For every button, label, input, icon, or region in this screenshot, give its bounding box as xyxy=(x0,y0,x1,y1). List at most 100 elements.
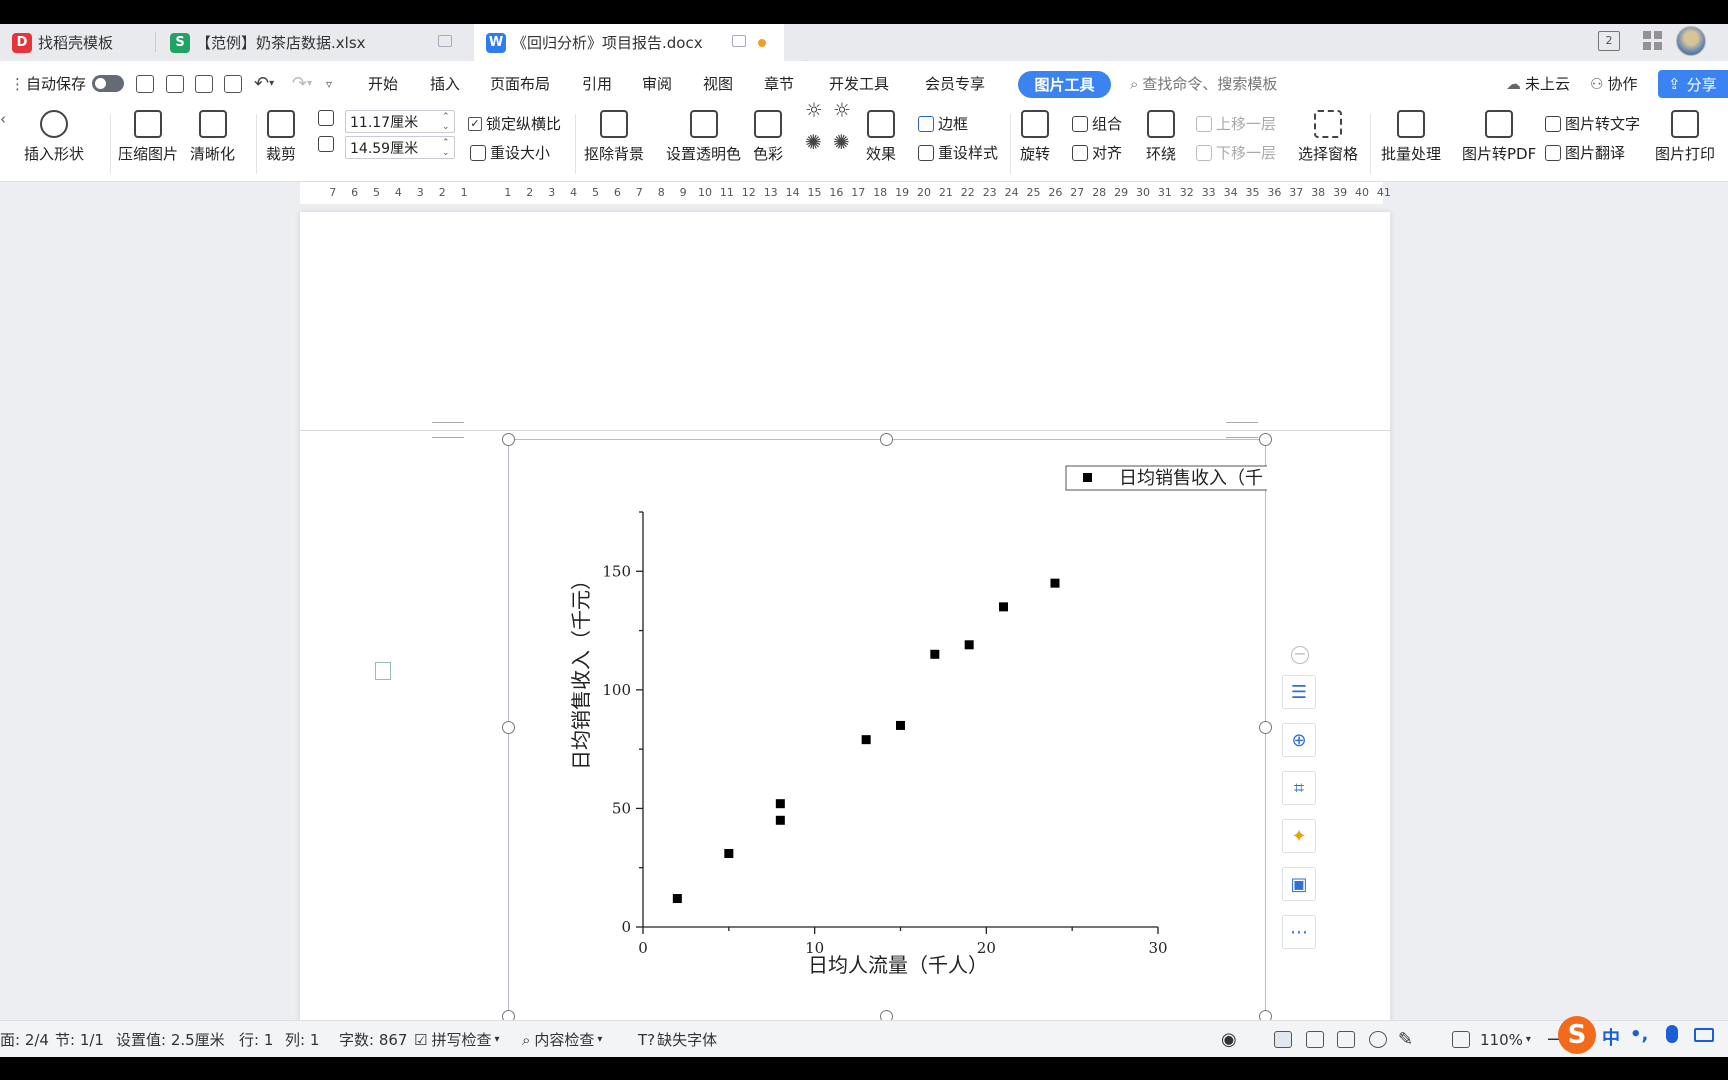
menu-review[interactable]: 审阅 xyxy=(642,61,672,106)
picture-to-text-button[interactable]: 图片转文字 xyxy=(1545,113,1640,134)
menu-references[interactable]: 引用 xyxy=(582,61,612,106)
color-icon xyxy=(754,110,782,138)
set-transparent-color-button[interactable]: 设置透明色 xyxy=(666,106,741,164)
ime-punctuation-indicator[interactable]: •, xyxy=(1630,1024,1648,1045)
crop-icon[interactable]: ⌗ xyxy=(1282,771,1316,805)
align-button[interactable]: 对齐 xyxy=(1072,142,1122,163)
autosave-switch[interactable] xyxy=(92,75,125,92)
color-button[interactable]: 色彩 xyxy=(753,106,783,164)
effects-button[interactable]: 效果 xyxy=(866,106,896,164)
tab-spreadsheet[interactable]: S 【范例】奶茶店数据.xlsx xyxy=(158,24,470,61)
print-preview-icon[interactable] xyxy=(224,75,242,93)
ribbon-scroll-left-icon[interactable]: ‹ xyxy=(0,110,6,128)
remove-background-button[interactable]: 抠除背景 xyxy=(584,106,644,164)
resize-handle-top-right[interactable] xyxy=(1259,433,1272,446)
height-input[interactable]: 14.59厘米 xyxy=(345,136,455,159)
document-canvas[interactable]: 0 10 20 30 0 50 100 150 日均销售收入（千 日均人流量（千人） 日均销售… xyxy=(0,204,1728,1020)
width-input[interactable]: 11.17厘米 xyxy=(345,110,455,133)
save-icon[interactable] xyxy=(136,75,154,93)
quick-access-dropdown-icon[interactable]: ▿ xyxy=(326,61,332,106)
compress-picture-button[interactable]: 压缩图片 xyxy=(118,106,178,164)
undo-icon[interactable]: ↶ ▾ xyxy=(254,61,274,106)
zoom-level[interactable]: 110% ▾ xyxy=(1480,1021,1531,1058)
status-page[interactable]: 面: 2/4 xyxy=(0,1021,49,1058)
more-options-icon[interactable]: ⋯ xyxy=(1282,915,1316,949)
autosave-toggle-group[interactable]: 自动保存 xyxy=(26,61,125,106)
resize-handle-top[interactable] xyxy=(880,433,893,446)
resize-handle-bottom[interactable] xyxy=(880,1010,893,1020)
wrap-button[interactable]: 环绕 xyxy=(1146,106,1176,164)
reading-view-icon[interactable] xyxy=(1337,1031,1355,1048)
export-pdf-icon[interactable] xyxy=(166,75,184,93)
window-switch-icon[interactable]: 2 xyxy=(1598,31,1620,51)
reset-style-button[interactable]: 重设样式 xyxy=(918,142,998,163)
zoom-in-icon[interactable]: ⊕ xyxy=(1282,723,1316,757)
lock-aspect-checkbox[interactable]: ✓ 锁定纵横比 xyxy=(468,113,561,134)
microphone-icon[interactable] xyxy=(1666,1025,1678,1043)
sogou-ime-logo[interactable]: S xyxy=(1558,1016,1596,1054)
rotate-brightness-down-icon[interactable]: ☼ xyxy=(833,98,851,122)
layout-options-icon[interactable]: ☰ xyxy=(1282,675,1316,709)
missing-font-button[interactable]: T? 缺失字体 xyxy=(638,1021,717,1058)
horizontal-ruler[interactable]: 7 6 5 4 3 2 1 1 2 3 4 5 6 7 8 9 10 11 12 13 14 15 16 17 18 19 20 21… xyxy=(0,182,1728,204)
rotate-brightness-up-icon[interactable]: ☼ xyxy=(805,98,823,122)
tab-report-docx[interactable]: W 《回归分析》项目报告.docx xyxy=(474,24,784,61)
selection-pane-button[interactable]: 选择窗格 xyxy=(1298,106,1358,164)
reset-size-button[interactable]: 重设大小 xyxy=(470,142,550,163)
user-avatar[interactable] xyxy=(1676,26,1706,56)
eye-protection-icon[interactable]: ◉ xyxy=(1221,1021,1237,1058)
collapse-toolbar-icon[interactable]: − xyxy=(1291,646,1309,664)
share-button[interactable]: ⇪ 分享 xyxy=(1658,70,1728,98)
collaborate-button[interactable]: ⚇ 协作 xyxy=(1590,61,1637,106)
print-icon[interactable] xyxy=(195,75,213,93)
cloud-icon: ☁ xyxy=(1506,74,1521,93)
insert-shape-button[interactable]: 插入形状 xyxy=(24,106,84,164)
status-word-count[interactable]: 字数: 867 xyxy=(339,1021,407,1058)
sharpen-button[interactable]: 清晰化 xyxy=(190,106,235,164)
tab-daoke-templates[interactable]: D 找稻壳模板 xyxy=(0,24,150,61)
command-search-input[interactable]: ⌕ 查找命令、搜索模板 xyxy=(1130,61,1277,106)
rotate-button[interactable]: 旋转 xyxy=(1020,106,1050,164)
fit-page-icon[interactable] xyxy=(1452,1031,1470,1048)
picture-translate-button[interactable]: 图片翻译 xyxy=(1545,142,1625,163)
paragraph-layout-icon[interactable] xyxy=(375,662,391,680)
menu-page-layout[interactable]: 页面布局 xyxy=(490,61,550,106)
resize-handle-top-left[interactable] xyxy=(502,433,515,446)
contrast-up-icon[interactable]: ✺ xyxy=(805,130,822,154)
content-check-button[interactable]: ⌕ 内容检查 ▾ xyxy=(522,1021,602,1058)
menu-start[interactable]: 开始 xyxy=(368,61,398,106)
group-button[interactable]: 组合 xyxy=(1072,113,1122,134)
picture-to-pdf-button[interactable]: 图片转PDF xyxy=(1462,106,1536,164)
picture-to-doc-icon[interactable]: ▣ xyxy=(1282,867,1316,901)
batch-process-button[interactable]: 批量处理 xyxy=(1381,106,1441,164)
smart-suggestion-icon[interactable]: ✦ xyxy=(1282,819,1316,853)
ruler-tick: 32 xyxy=(1179,186,1194,199)
spell-check-button[interactable]: ☑ 拼写检查 ▾ xyxy=(414,1021,500,1058)
apps-grid-icon[interactable] xyxy=(1643,31,1663,51)
cloud-status-button[interactable]: ☁ 未上云 xyxy=(1506,61,1570,106)
resize-handle-bottom-right[interactable] xyxy=(1259,1010,1272,1020)
menu-overflow-icon[interactable]: ⋮ xyxy=(10,61,25,106)
tab-picture-tools[interactable]: 图片工具 xyxy=(1018,71,1111,98)
bring-forward-button[interactable]: 上移一层 xyxy=(1196,113,1276,134)
resize-handle-left[interactable] xyxy=(502,721,515,734)
redo-icon[interactable]: ↷ ▾ xyxy=(292,61,312,106)
resize-handle-right[interactable] xyxy=(1259,721,1272,734)
picture-print-button[interactable]: 图片打印 xyxy=(1655,106,1715,164)
selected-picture-frame[interactable]: 0 10 20 30 0 50 100 150 日均销售收入（千 日均人流量（千人） 日均销售… xyxy=(508,439,1267,1020)
menu-chapter[interactable]: 章节 xyxy=(764,61,794,106)
keyboard-icon[interactable] xyxy=(1694,1028,1714,1042)
send-backward-button[interactable]: 下移一层 xyxy=(1196,142,1276,163)
resize-handle-bottom-left[interactable] xyxy=(502,1010,515,1020)
crop-button[interactable]: 裁剪 xyxy=(266,106,296,164)
ime-language-indicator[interactable]: 中 xyxy=(1602,1024,1620,1050)
page-view-icon[interactable] xyxy=(1274,1031,1292,1048)
web-view-icon[interactable] xyxy=(1369,1031,1387,1048)
outline-view-icon[interactable] xyxy=(1306,1031,1324,1048)
write-mode-icon[interactable]: ✎ xyxy=(1398,1021,1413,1058)
border-button[interactable]: 边框 xyxy=(918,113,968,134)
menu-member[interactable]: 会员专享 xyxy=(925,61,985,106)
contrast-down-icon[interactable]: ✺ xyxy=(833,130,850,154)
menu-view[interactable]: 视图 xyxy=(703,61,733,106)
menu-insert[interactable]: 插入 xyxy=(430,61,460,106)
